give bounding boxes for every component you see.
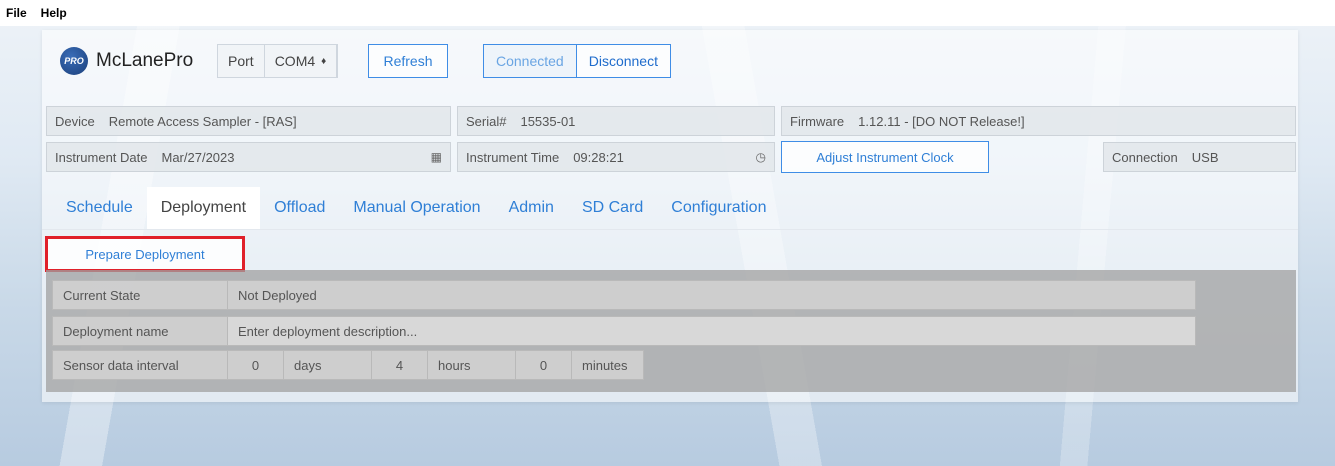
instrument-time-value: 09:28:21 xyxy=(573,149,624,165)
tab-schedule[interactable]: Schedule xyxy=(52,187,147,229)
disconnect-button[interactable]: Disconnect xyxy=(576,44,671,78)
select-arrow-icon: ♦ xyxy=(321,55,327,67)
connection-label: Connection xyxy=(1112,149,1178,165)
device-label: Device xyxy=(55,113,95,129)
connection-toggle: Connected Disconnect xyxy=(483,44,671,78)
deployment-name-input[interactable]: Enter deployment description... xyxy=(228,316,1196,346)
serial-field: Serial# 15535-01 xyxy=(457,106,775,136)
tab-configuration[interactable]: Configuration xyxy=(657,187,780,229)
instrument-date-field[interactable]: Instrument Date Mar/27/2023 ▦ xyxy=(46,142,451,172)
days-unit: days xyxy=(284,350,372,380)
minutes-input[interactable]: 0 xyxy=(516,350,572,380)
tab-offload[interactable]: Offload xyxy=(260,187,339,229)
sensor-interval-row: Sensor data interval 0 days 4 hours 0 mi… xyxy=(52,350,644,380)
tab-bar: Schedule Deployment Offload Manual Opera… xyxy=(52,187,780,229)
adjust-instrument-clock-button[interactable]: Adjust Instrument Clock xyxy=(781,141,989,173)
hours-input[interactable]: 4 xyxy=(372,350,428,380)
firmware-field: Firmware 1.12.11 - [DO NOT Release!] xyxy=(781,106,1296,136)
tab-divider xyxy=(42,229,1298,230)
current-state-value: Not Deployed xyxy=(228,280,1196,310)
port-value: COM4 xyxy=(274,53,316,69)
connection-field: Connection USB xyxy=(1103,142,1296,172)
refresh-button[interactable]: Refresh xyxy=(368,44,448,78)
menu-file[interactable]: File xyxy=(6,6,27,20)
serial-label: Serial# xyxy=(466,113,507,129)
instrument-date-label: Instrument Date xyxy=(55,149,148,165)
serial-value: 15535-01 xyxy=(520,113,576,129)
instrument-clock-row: Instrument Date Mar/27/2023 ▦ Instrument… xyxy=(46,141,1296,173)
instrument-time-label: Instrument Time xyxy=(466,149,560,165)
deployment-name-label: Deployment name xyxy=(52,316,228,346)
deployment-name-row: Deployment name Enter deployment descrip… xyxy=(52,316,1196,346)
brand: PRO McLanePro xyxy=(60,44,193,78)
connected-button[interactable]: Connected xyxy=(483,44,577,78)
minutes-unit: minutes xyxy=(572,350,644,380)
mclane-logo-icon: PRO xyxy=(60,47,88,75)
days-input[interactable]: 0 xyxy=(228,350,284,380)
calendar-icon[interactable]: ▦ xyxy=(431,150,450,164)
main-panel: PRO McLanePro Port COM4 ♦ Refresh Connec… xyxy=(42,30,1298,402)
tab-manual-operation[interactable]: Manual Operation xyxy=(339,187,494,229)
tab-deployment[interactable]: Deployment xyxy=(146,187,261,229)
port-label: Port xyxy=(218,45,265,77)
instrument-time-field[interactable]: Instrument Time 09:28:21 ◷ xyxy=(457,142,775,172)
sensor-interval-label: Sensor data interval xyxy=(52,350,228,380)
prepare-deployment-button[interactable]: Prepare Deployment xyxy=(45,236,245,272)
hours-unit: hours xyxy=(428,350,516,380)
menu-help[interactable]: Help xyxy=(41,6,67,20)
tab-sd-card[interactable]: SD Card xyxy=(568,187,657,229)
port-select[interactable]: COM4 ♦ xyxy=(265,45,338,77)
tab-admin[interactable]: Admin xyxy=(495,187,568,229)
clock-icon[interactable]: ◷ xyxy=(756,150,774,164)
menu-bar: File Help xyxy=(0,0,1335,26)
instrument-date-value: Mar/27/2023 xyxy=(161,149,235,165)
port-group: Port COM4 ♦ xyxy=(217,44,339,78)
deployment-form: Current State Not Deployed Deployment na… xyxy=(46,270,1296,392)
connection-value: USB xyxy=(1191,149,1219,165)
device-info-row: Device Remote Access Sampler - [RAS] Ser… xyxy=(46,106,1296,136)
current-state-row: Current State Not Deployed xyxy=(52,280,1196,310)
firmware-value: 1.12.11 - [DO NOT Release!] xyxy=(858,113,1025,129)
device-field: Device Remote Access Sampler - [RAS] xyxy=(46,106,451,136)
current-state-label: Current State xyxy=(52,280,228,310)
device-value: Remote Access Sampler - [RAS] xyxy=(108,113,297,129)
firmware-label: Firmware xyxy=(790,113,845,129)
brand-name: McLanePro xyxy=(96,50,194,71)
